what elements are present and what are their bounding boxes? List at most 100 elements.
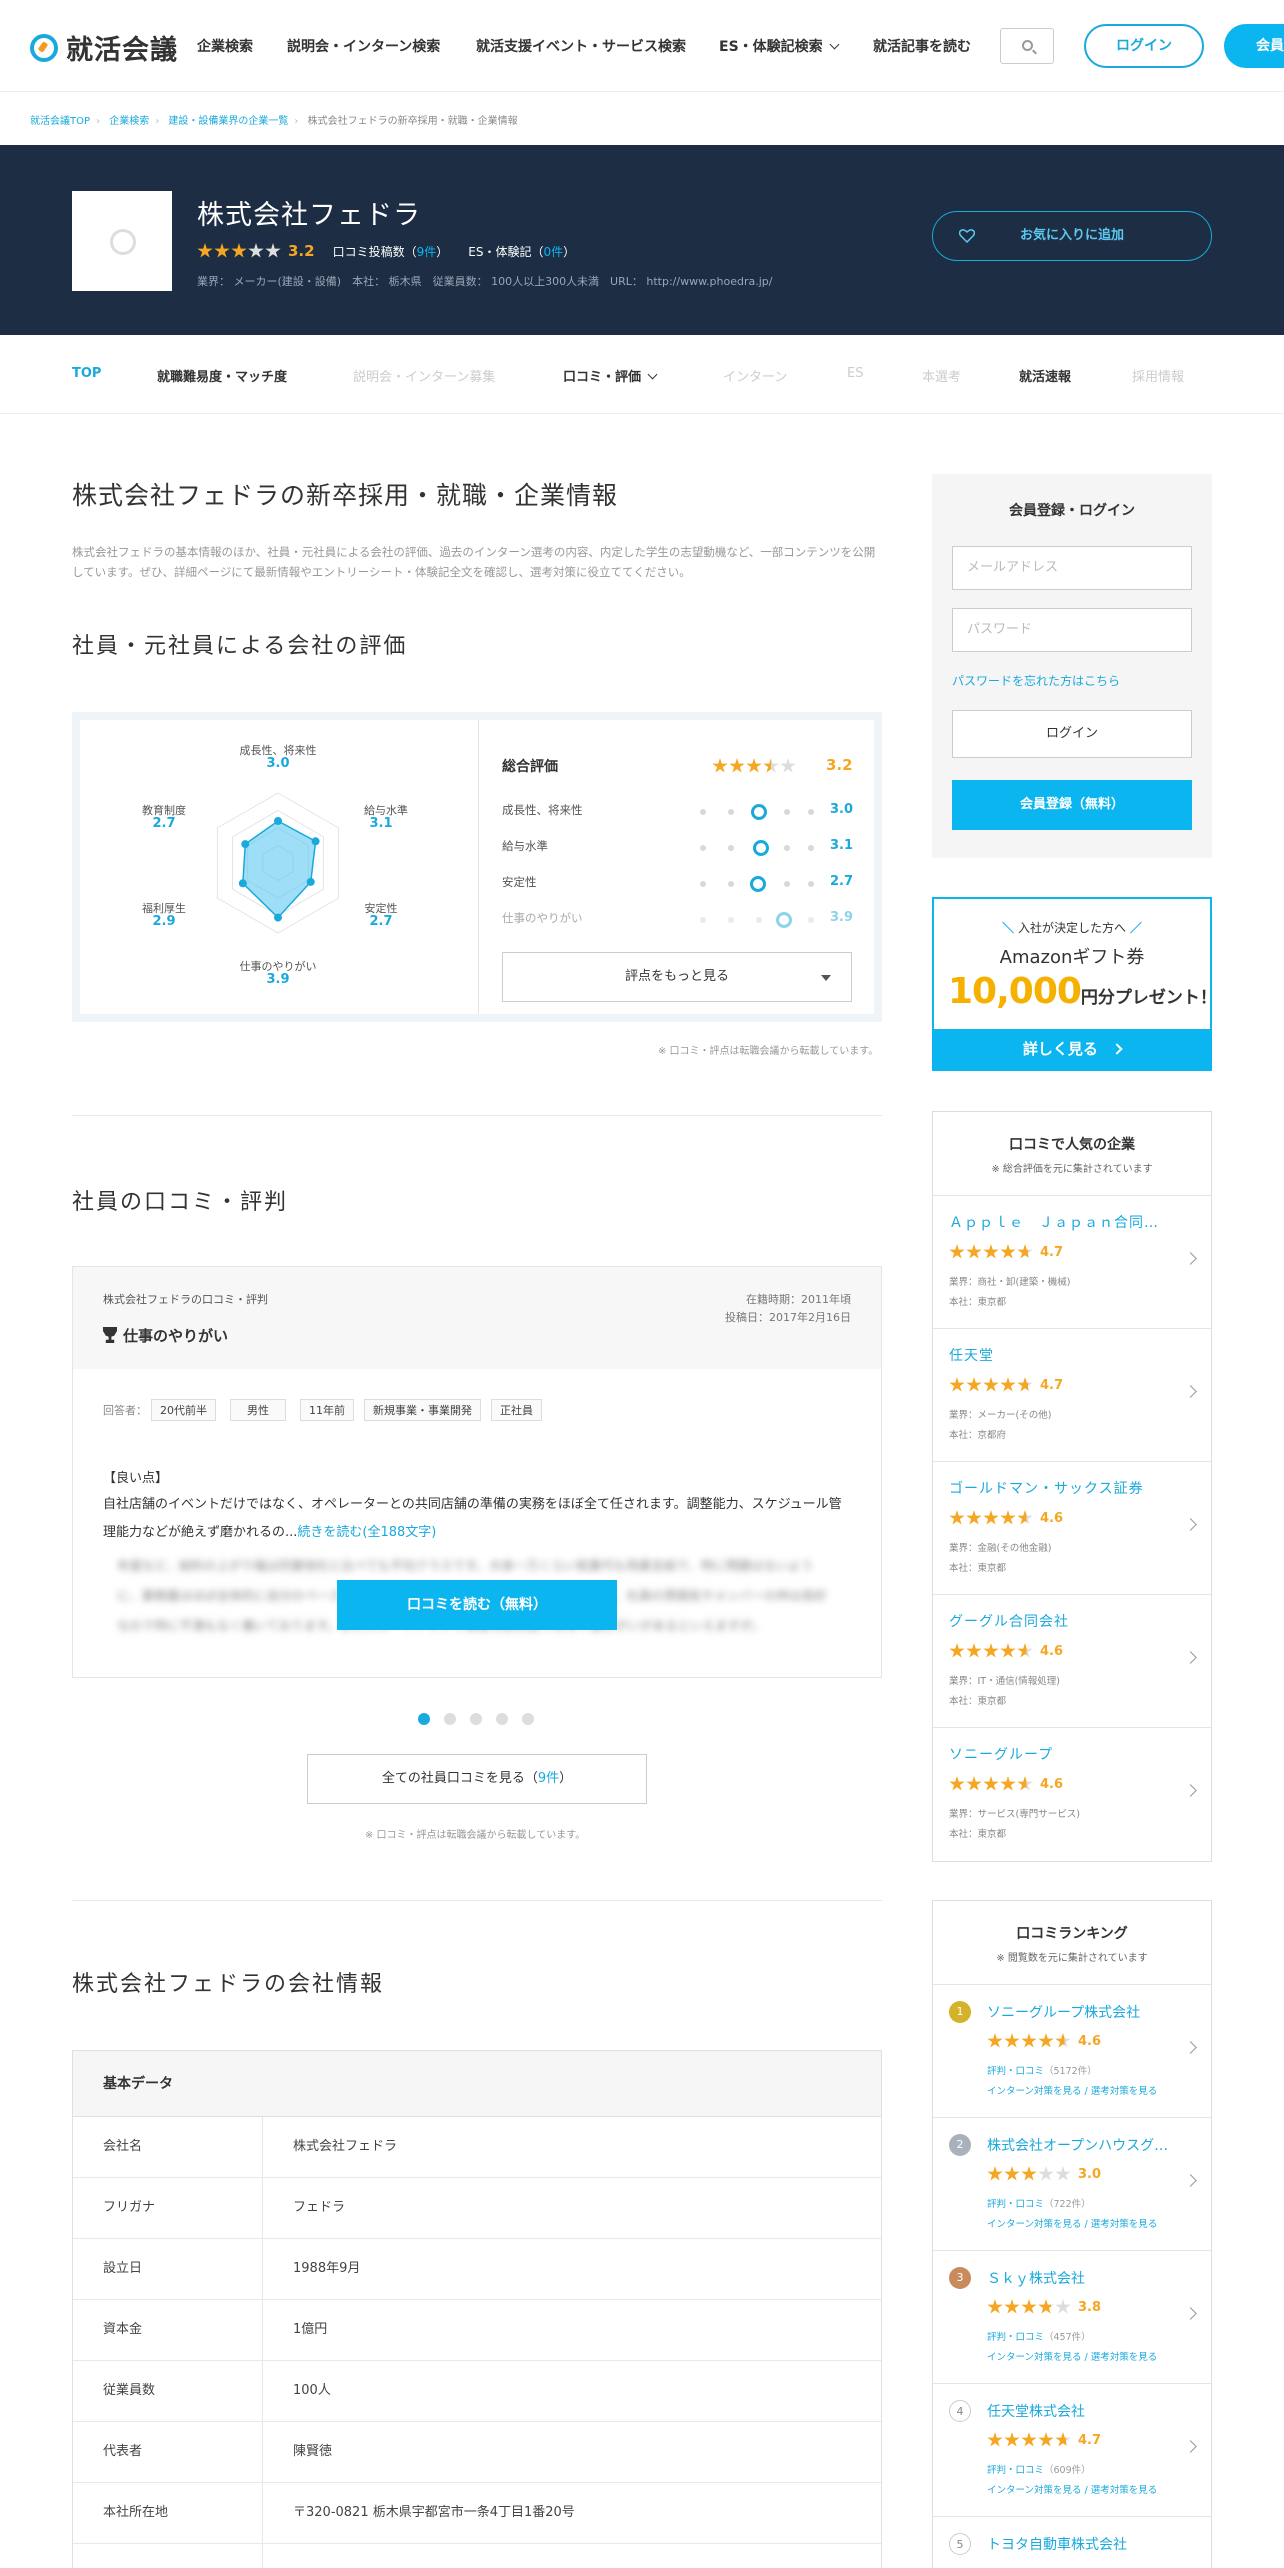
star-icon [1000, 1643, 1016, 1658]
company-link[interactable]: グーグル合同会社 [949, 1611, 1159, 1631]
all-reviews-button[interactable]: 全ての社員口コミを見る（9件） [307, 1754, 647, 1804]
company-link[interactable]: Ｓｋｙ株式会社 [987, 2268, 1177, 2288]
prep-links[interactable]: インターン対策を見る / 選考対策を見る [987, 2083, 1157, 2097]
banner-details-button[interactable]: 詳しく見る [934, 1029, 1210, 1069]
search-icon [1022, 40, 1033, 51]
table-key: 資本金 [73, 2300, 263, 2360]
banner-details-label: 詳しく見る [1022, 1040, 1098, 1058]
nav-articles[interactable]: 就活記事を読む [873, 36, 971, 56]
tab-difficulty[interactable]: 就職難易度・マッチ度 [157, 366, 287, 385]
table-value: 1億円 [293, 2322, 328, 2337]
review-link[interactable]: 評判・口コミ（609件） [987, 2462, 1091, 2476]
password-field[interactable]: パスワード [952, 608, 1192, 652]
nav-event-search[interactable]: 就活支援イベント・サービス検索 [476, 36, 686, 56]
nav-es-search[interactable]: ES・体験記検索 [719, 36, 840, 56]
radar-value-stability: 2.7 [369, 914, 393, 929]
breadcrumb-industry[interactable]: 建設・設備業界の企業一覧 [168, 116, 288, 127]
pager-dot[interactable] [522, 1713, 534, 1725]
tab-reviews[interactable]: 口コミ・評価 [563, 366, 658, 385]
prep-links[interactable]: インターン対策を見る / 選考対策を見る [987, 2482, 1157, 2496]
tab-news[interactable]: 就活速報 [1019, 366, 1071, 385]
company-link[interactable]: トヨタ自動車株式会社 [987, 2534, 1177, 2554]
sidebar-register-button[interactable]: 会員登録（無料） [952, 780, 1192, 830]
company-hq: 本社：東京都 [949, 1563, 1007, 1574]
score-label: 仕事のやりがい [502, 911, 583, 925]
prep-links[interactable]: インターン対策を見る / 選考対策を見る [987, 2216, 1157, 2230]
review-link[interactable]: 評判・口コミ（722件） [987, 2196, 1091, 2210]
star-icon [983, 1244, 999, 1259]
login-button[interactable]: ログイン [1084, 24, 1204, 68]
ranking-item[interactable]: 2 株式会社オープンハウスグループ 3.0 評判・口コミ（722件） インターン対策を見… [933, 2118, 1211, 2251]
review-section-title: 社員の口コミ・評判 [72, 1190, 289, 1215]
popular-company-item[interactable]: ソニーグループ 4.6 業界：サービス(専門サービス) 本社：東京都 [933, 1728, 1211, 1861]
pager-dot[interactable] [470, 1713, 482, 1725]
table-key: 設立日 [73, 2239, 263, 2299]
source-note: ※ 口コミ・評点は転職会議から転載しています。 [365, 1830, 586, 1841]
logo[interactable]: 就活会議 [30, 28, 178, 67]
prep-links[interactable]: インターン対策を見る / 選考対策を見る [987, 2349, 1157, 2363]
more-scores-button[interactable]: 評点をもっと見る [502, 952, 852, 1002]
company-link[interactable]: ソニーグループ [949, 1744, 1159, 1764]
company-link[interactable]: ソニーグループ株式会社 [987, 2002, 1177, 2022]
banner-amount-text: 円分プレゼント！ [1080, 988, 1217, 1008]
popular-company-item[interactable]: Ａｐｐｌｅ Ｊａｐａｎ合同会社 4.7 業界：商社・卸(建築・機械) 本社：東京都 [933, 1196, 1211, 1329]
tab-es: ES [847, 366, 864, 381]
company-link[interactable]: ゴールドマン・サックス証券 [949, 1478, 1159, 1498]
read-review-button[interactable]: 口コミを読む（無料） [337, 1580, 617, 1630]
es-count[interactable]: ES・体験記（0件） [468, 243, 575, 260]
register-button[interactable]: 会員登録 [1224, 24, 1284, 68]
company-link[interactable]: Ａｐｐｌｅ Ｊａｐａｎ合同会社 [949, 1212, 1159, 1232]
favorite-button[interactable]: お気に入りに追加 [932, 211, 1212, 261]
tab-top[interactable]: TOP [72, 366, 101, 381]
score-value: 3.9 [830, 910, 854, 925]
chevron-right-icon [1184, 2307, 1197, 2320]
ranking-item[interactable]: 5 トヨタ自動車株式会社 [933, 2517, 1211, 2568]
company-link[interactable]: 任天堂 [949, 1345, 1159, 1365]
popular-company-item[interactable]: ゴールドマン・サックス証券 4.6 業界：金融(その他金融) 本社：東京都 [933, 1462, 1211, 1595]
company-score: 4.7 [1078, 2432, 1102, 2448]
table-value: 株式会社フェドラ [293, 2139, 398, 2154]
read-more-link[interactable]: 続きを読む(全188文字) [297, 1525, 436, 1540]
chevron-right-icon [1184, 1784, 1197, 1797]
review-ranking: 口コミランキング ※ 閲覧数を元に集計されています 1 ソニーグループ株式会社 4.… [932, 1900, 1212, 2568]
star-icon [1004, 2299, 1020, 2314]
search-button[interactable] [1000, 28, 1054, 64]
ranking-item[interactable]: 4 任天堂株式会社 4.7 評判・口コミ（609件） インターン対策を見る / 選考対策… [933, 2384, 1211, 2517]
table-key: 本社所在地 [73, 2483, 263, 2543]
star-icon [1000, 1377, 1016, 1392]
email-field[interactable]: メールアドレス [952, 546, 1192, 590]
ranking-header: 口コミランキング ※ 閲覧数を元に集計されています [933, 1901, 1211, 1985]
breadcrumb-company-search[interactable]: 企業検索 [109, 116, 149, 127]
chevron-right-icon [1184, 1252, 1197, 1265]
star-icon [1055, 2299, 1071, 2314]
forgot-password-link[interactable]: パスワードを忘れた方はこちら [952, 672, 1120, 689]
popular-header: 口コミで人気の企業 ※ 総合評価を元に集計されています [933, 1112, 1211, 1196]
all-reviews-label: 全ての社員口コミを見る（ [381, 1771, 538, 1786]
star-icon [966, 1244, 982, 1259]
pager-dot[interactable] [418, 1713, 430, 1725]
pager-dot[interactable] [496, 1713, 508, 1725]
score-value: 3.1 [830, 838, 854, 853]
review-link[interactable]: 評判・口コミ（5172件） [987, 2063, 1097, 2077]
answerer-label: 回答者： [103, 1404, 147, 1417]
star-icon [983, 1377, 999, 1392]
nav-seminar-search[interactable]: 説明会・インターン検索 [287, 36, 440, 56]
company-link[interactable]: 任天堂株式会社 [987, 2401, 1177, 2421]
popular-company-item[interactable]: グーグル合同会社 4.6 業界：IT・通信(情報処理) 本社：東京都 [933, 1595, 1211, 1728]
review-link[interactable]: 評判・口コミ（457件） [987, 2329, 1091, 2343]
amazon-gift-banner[interactable]: ＼ 入社が決定した方へ ／ Amazonギフト券 10,000円分プレゼント！ … [932, 897, 1217, 1071]
score-label: 成長性、将来性 [502, 803, 583, 817]
review-count[interactable]: 口コミ投稿数（9件） [333, 243, 449, 260]
company-score: 3.0 [1078, 2166, 1102, 2182]
star-icon [966, 1510, 982, 1525]
nav-company-search[interactable]: 企業検索 [197, 36, 253, 56]
review-card: 株式会社フェドラの口コミ・評判 在籍時期：2011年頃 投稿日：2017年2月1… [72, 1266, 882, 1678]
login-panel: 会員登録・ログイン メールアドレス パスワード パスワードを忘れた方はこちら ロ… [932, 474, 1212, 858]
sidebar-login-button[interactable]: ログイン [952, 710, 1192, 758]
ranking-item[interactable]: 1 ソニーグループ株式会社 4.6 評判・口コミ（5172件） インターン対策を見る /… [933, 1985, 1211, 2118]
popular-company-item[interactable]: 任天堂 4.7 業界：メーカー(その他) 本社：京都府 [933, 1329, 1211, 1462]
ranking-item[interactable]: 3 Ｓｋｙ株式会社 3.8 評判・口コミ（457件） インターン対策を見る / 選考対策… [933, 2251, 1211, 2384]
breadcrumb-top[interactable]: 就活会議TOP [30, 116, 90, 127]
pager-dot[interactable] [444, 1713, 456, 1725]
company-link[interactable]: 株式会社オープンハウスグループ [987, 2135, 1177, 2155]
